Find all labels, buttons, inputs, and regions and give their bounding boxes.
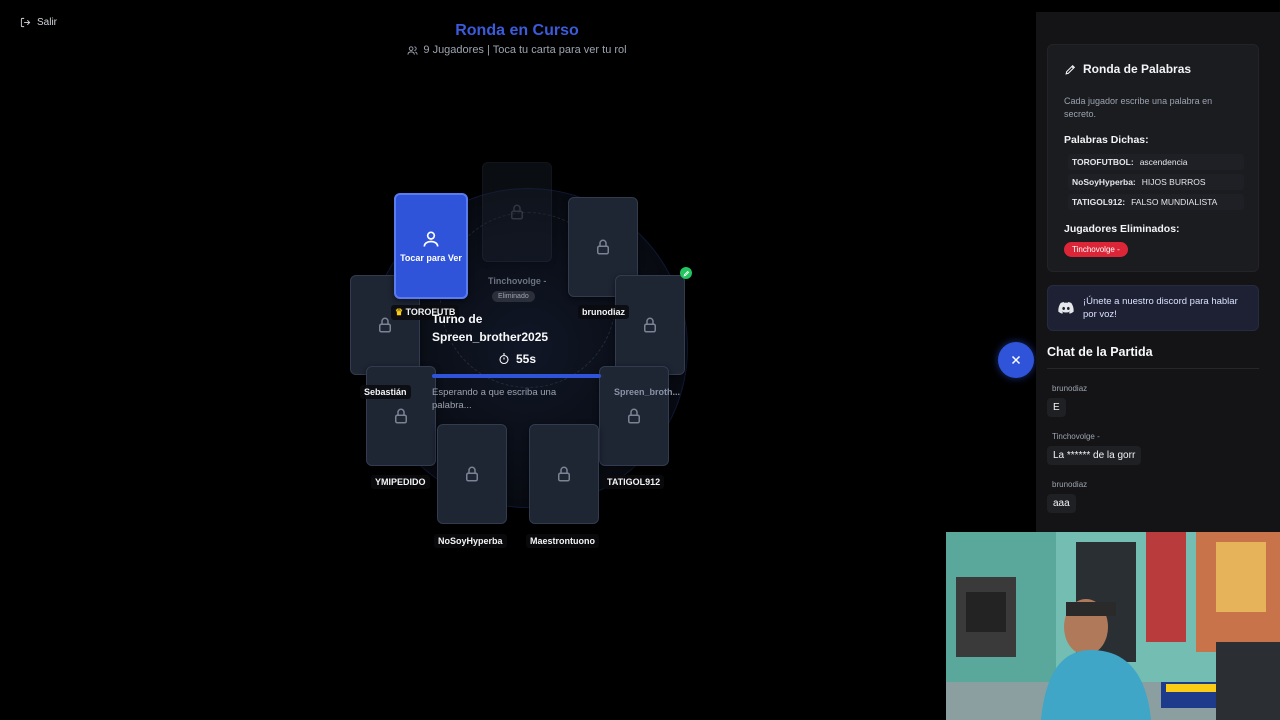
player-card-nosoyhyperba[interactable] [437, 424, 507, 524]
turn-label: Turno de [432, 312, 483, 326]
words-heading: Palabras Dichas: [1064, 134, 1149, 146]
player-name-nosoyhyperba: NoSoyHyperba [434, 534, 507, 548]
toggle-sidebar-button[interactable] [998, 342, 1034, 378]
chat-title: Chat de la Partida [1047, 345, 1153, 359]
chat-message-text: La ****** de la gorr [1047, 446, 1142, 465]
word-value: HIJOS BURROS [1141, 177, 1206, 187]
rounds-panel: Ronda de Palabras Cada jugador escribe u… [1047, 44, 1259, 272]
eliminated-heading: Jugadores Eliminados: [1064, 223, 1180, 235]
word-row: NoSoyHyperba: HIJOS BURROS [1068, 174, 1244, 190]
pencil-icon [683, 270, 689, 276]
word-value: FALSO MUNDIALISTA [1131, 197, 1218, 207]
crown-icon: ♛ [395, 307, 404, 317]
player-name-ymipedido: YMIPEDIDO [371, 475, 430, 489]
webcam-image [946, 532, 1280, 720]
lock-icon [628, 408, 640, 424]
word-row: TOROFUTBOL: ascendencia [1068, 154, 1244, 170]
pencil-icon [1065, 64, 1076, 75]
waiting-text: Esperando a que escriba una palabra... [432, 387, 557, 411]
eliminated-badge: Eliminado [492, 291, 535, 302]
tap-to-view-label: Tocar para Ver [400, 252, 462, 263]
rounds-panel-description: Cada jugador escribe una palabra en secr… [1064, 96, 1213, 119]
logout-icon [20, 17, 31, 28]
turn-player: Spreen_brother2025 [432, 330, 549, 344]
rounds-panel-header: Ronda de Palabras [1064, 62, 1191, 76]
player-card-self[interactable]: Tocar para Ver [394, 193, 468, 299]
users-icon [407, 45, 418, 55]
player-name-sebastian: Sebastián [360, 385, 411, 399]
chat-message-text: E [1047, 398, 1066, 417]
player-name-spreen: Spreen_broth... [614, 387, 681, 397]
close-icon [1011, 355, 1021, 365]
lock-icon [511, 204, 523, 220]
stopwatch-icon [499, 353, 509, 365]
player-card-ymipedido[interactable] [366, 366, 436, 466]
chat-message-user: brunodiaz [1052, 480, 1088, 489]
turn-timer: 55s [498, 352, 536, 366]
lock-icon [644, 317, 656, 333]
exit-label: Salir [37, 17, 58, 28]
chat-divider [1047, 368, 1259, 369]
player-card-maestrontuono[interactable] [529, 424, 599, 524]
turn-progress-bar [432, 374, 604, 378]
rounds-panel-title: Ronda de Palabras [1083, 62, 1192, 76]
page-title: Ronda en Curso [455, 22, 579, 39]
discord-banner[interactable]: ¡Únete a nuestro discord para hablar por… [1047, 285, 1259, 331]
word-row: TATIGOL912: FALSO MUNDIALISTA [1068, 194, 1244, 210]
word-player: TATIGOL912: [1072, 197, 1126, 207]
turn-progress-fill [432, 374, 601, 378]
word-value: ascendencia [1139, 157, 1188, 167]
player-name-tinchovolge: Tinchovolge - [488, 276, 547, 286]
word-player: NoSoyHyperba: [1072, 177, 1136, 187]
word-player: TOROFUTBOL: [1072, 157, 1134, 167]
player-card-spreen[interactable] [615, 275, 685, 375]
discord-icon [1058, 302, 1074, 314]
player-name-maestrontuono: Maestrontuono [526, 534, 599, 548]
exit-button[interactable]: Salir [20, 17, 57, 28]
subtitle-text: 9 Jugadores | Toca tu carta para ver tu … [423, 44, 627, 56]
player-card-tinchovolge[interactable] [482, 162, 552, 262]
round-subtitle: 9 Jugadores | Toca tu carta para ver tu … [300, 44, 734, 56]
eliminated-player-chip: Tinchovolge - [1064, 242, 1128, 257]
discord-label: ¡Únete a nuestro discord para hablar por… [1083, 296, 1238, 320]
round-header: Ronda en Curso 9 Jugadores | Toca tu car… [300, 22, 734, 56]
chat-message-text: aaa [1047, 494, 1076, 513]
lock-icon [395, 408, 407, 424]
webcam-overlay [946, 532, 1280, 720]
lock-icon [558, 466, 570, 482]
chat-message-user: brunodiaz [1052, 384, 1088, 393]
chat-message-user: Tinchovolge - [1052, 432, 1100, 441]
edit-status-icon [680, 267, 692, 279]
player-card-tatigol912[interactable] [599, 366, 669, 466]
timer-value: 55s [516, 352, 537, 366]
lock-icon [597, 239, 609, 255]
player-name-tatigol912: TATIGOL912 [603, 475, 665, 489]
user-icon [423, 231, 439, 247]
turn-info: Turno de Spreen_brother2025 [432, 310, 604, 346]
lock-icon [466, 466, 478, 482]
